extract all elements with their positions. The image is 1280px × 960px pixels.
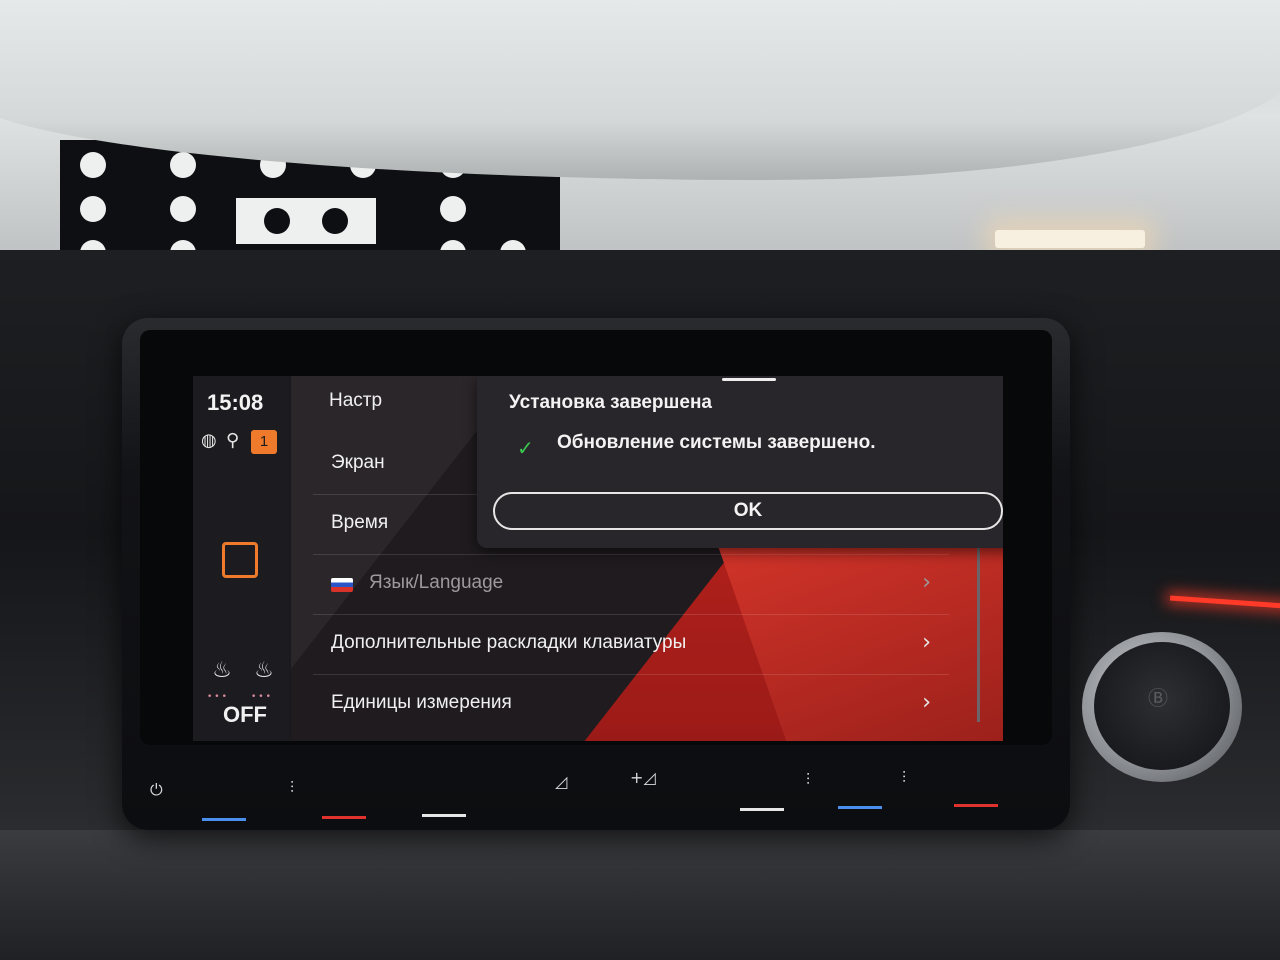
settings-row-units[interactable]: Единицы измерения › [313,674,949,734]
workshop-lamp [995,230,1145,248]
globe-icon: ◍ [201,430,217,451]
row-label: Экран [331,452,385,473]
chevron-right-icon: › [922,690,931,715]
dialog-title: Установка завершена [509,392,712,413]
settings-row-keyboard-layouts[interactable]: Дополнительные раскладки клавиатуры › [313,614,949,675]
volume-down-icon[interactable]: ◿ [555,772,567,791]
seat-heat-left-level: ••• [207,692,229,702]
row-label: Дополнительные раскладки клавиатуры [331,632,687,653]
checkmark-icon: ✓ [517,436,534,460]
dialog-grabber[interactable] [722,378,776,381]
seat-heat-right-icon[interactable]: ♨ [249,658,279,688]
infotainment-screen: 15:08 ◍ ⚲ 1 ♨ ♨ ••• ••• OFF Настр Экран … [193,376,1003,741]
row-label: Время [331,512,389,533]
volume-up-icon[interactable]: +◿ [630,768,656,787]
seat-heat-right-level: ••• [251,692,273,702]
seat-heating-label: OFF [223,702,267,727]
row-label: Язык/Language [369,572,504,593]
seat-heat-icon[interactable]: ⫶ [806,770,810,790]
ru-flag-icon [331,578,353,592]
page-title: Настр [329,390,383,411]
notification-badge[interactable]: 1 [251,430,277,454]
home-button[interactable] [222,542,258,578]
ok-button[interactable]: OK [493,492,1003,530]
seat-heat-left-icon[interactable]: ♨ [207,658,237,688]
car-hood [0,0,1280,180]
dialog-message: Обновление системы завершено. [557,432,876,453]
settings-panel: Настр Экран › Время › Язык/Language › До… [291,376,1003,741]
settings-row-language[interactable]: Язык/Language › [313,554,949,615]
chevron-right-icon: › [922,570,931,595]
calibration-plate [236,198,376,244]
temperature-right-icon[interactable]: ⫶ [902,768,906,788]
clock: 15:08 [207,390,264,415]
user-icon: ⚲ [226,430,240,451]
dashboard-trim [0,830,1280,960]
install-complete-dialog: Установка завершена ✓ Обновление системы… [477,376,1003,548]
holder-logo-icon: Ⓑ [1148,686,1168,710]
power-icon[interactable]: ⏻ [150,780,163,800]
chevron-right-icon: › [922,630,931,655]
climate-touch-slider[interactable]: ⏻ ⫶ ◿ +◿ ⫶ ⫶ [130,752,1050,832]
seat-heating-control[interactable]: ♨ ♨ ••• ••• OFF [203,658,283,738]
sidebar: 15:08 ◍ ⚲ 1 ♨ ♨ ••• ••• OFF [193,376,289,741]
temperature-left-icon[interactable]: ⫶ [290,778,294,798]
row-label: Единицы измерения [331,692,512,713]
